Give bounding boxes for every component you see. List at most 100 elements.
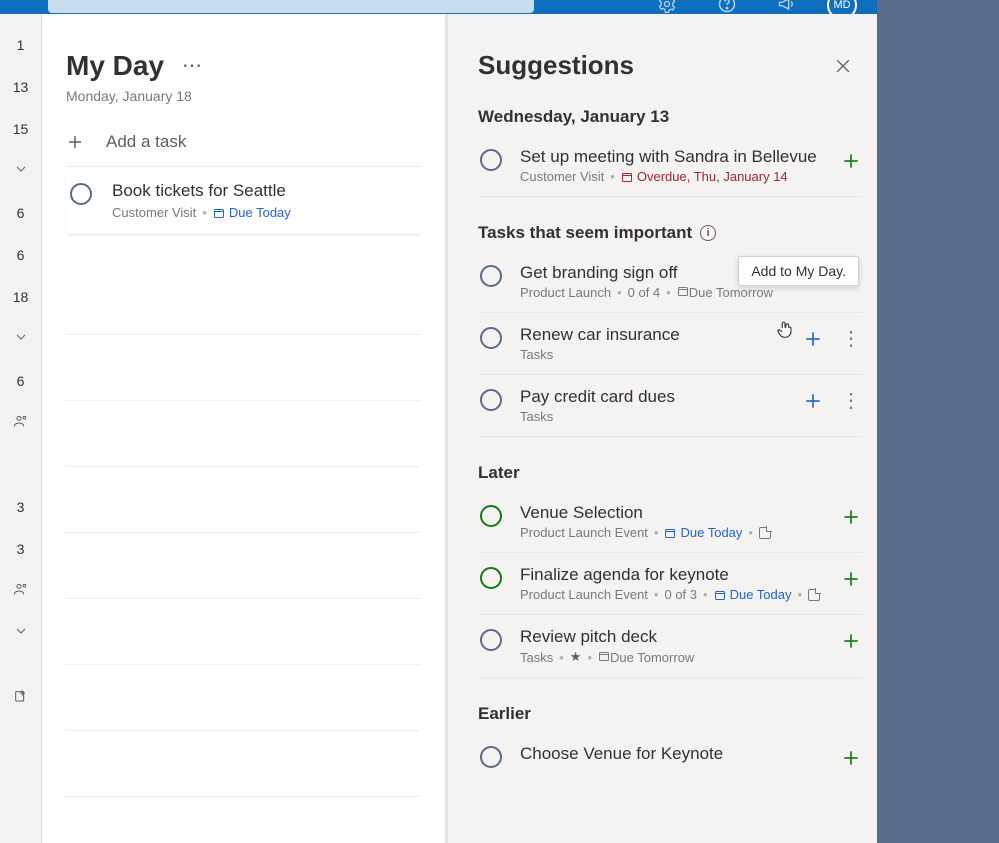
suggestion-meta: Product Launch Event • 0 of 3 • Due Toda… xyxy=(520,587,823,602)
complete-radio[interactable] xyxy=(480,505,502,527)
task-row[interactable]: Book tickets for Seattle Customer Visit … xyxy=(66,166,421,235)
sidebar-cell[interactable]: 15 xyxy=(0,108,41,150)
suggestion-item[interactable]: Review pitch deckTasks • ★ • Due Tomorro… xyxy=(478,615,863,678)
calendar-icon xyxy=(677,285,689,297)
suggestion-item[interactable]: Set up meeting with Sandra in Bellevue Cu… xyxy=(478,135,863,197)
sidebar-icon xyxy=(13,329,29,349)
suggestion-meta: Tasks xyxy=(520,409,785,424)
complete-radio[interactable] xyxy=(480,265,502,287)
info-icon[interactable]: i xyxy=(700,225,716,241)
complete-radio[interactable] xyxy=(70,183,92,205)
sidebar-icon xyxy=(13,581,29,601)
sidebar-cell[interactable] xyxy=(0,612,41,654)
suggestion-title: Review pitch deck xyxy=(520,627,823,647)
suggestion-title: Venue Selection xyxy=(520,503,823,523)
more-options-icon[interactable]: ⋮ xyxy=(841,391,861,411)
sidebar-icon xyxy=(13,623,29,643)
suggestion-title: Finalize agenda for keynote xyxy=(520,565,823,585)
sidebar-cell[interactable]: 6 xyxy=(0,192,41,234)
complete-radio[interactable] xyxy=(480,327,502,349)
sidebar-cell[interactable]: 18 xyxy=(0,276,41,318)
avatar-initials: MD xyxy=(833,0,850,11)
app-window: MD 1 13 15 6 6 18 6 33 My Day ⋯ Monday, January… xyxy=(0,0,877,843)
sidebar-cell[interactable] xyxy=(0,402,41,444)
note-icon xyxy=(808,589,820,601)
sidebar-cell[interactable] xyxy=(0,444,41,486)
suggestion-meta: Tasks xyxy=(520,347,785,362)
sidebar-cell[interactable] xyxy=(0,318,41,360)
sidebar-count: 15 xyxy=(0,121,41,137)
help-icon[interactable] xyxy=(717,0,737,14)
suggestion-meta: Customer Visit • Overdue, Thu, January 1… xyxy=(520,169,823,184)
tooltip: Add to My Day. xyxy=(738,256,859,286)
sidebar-cell[interactable]: 13 xyxy=(0,66,41,108)
suggestion-group-header: Later xyxy=(478,463,863,483)
suggestion-meta: Product Launch • 0 of 4 • Due Tomorrow xyxy=(520,285,785,300)
sidebar-cell[interactable]: 1 xyxy=(0,24,41,66)
suggestion-meta: Product Launch Event • Due Today • xyxy=(520,525,823,540)
suggestion-item[interactable]: Venue Selection Product Launch Event • Du… xyxy=(478,491,863,553)
page-subtitle-date: Monday, January 18 xyxy=(66,88,421,104)
sidebar-cell[interactable]: 6 xyxy=(0,234,41,276)
more-options-icon[interactable]: ⋯ xyxy=(182,56,204,76)
plus-icon xyxy=(66,133,84,151)
add-to-my-day-button[interactable] xyxy=(841,631,861,651)
suggestion-title: Set up meeting with Sandra in Bellevue xyxy=(520,147,823,167)
complete-radio[interactable] xyxy=(480,567,502,589)
sidebar-count: 1 xyxy=(0,37,41,53)
sidebar-cell[interactable]: 3 xyxy=(0,528,41,570)
suggestion-title: Pay credit card dues xyxy=(520,387,785,407)
search-input[interactable] xyxy=(48,0,534,13)
suggestion-item[interactable]: Choose Venue for Keynote xyxy=(478,732,863,780)
calendar-icon xyxy=(621,171,633,183)
suggestion-item[interactable]: Renew car insuranceTasks⋮ xyxy=(478,313,863,375)
sidebar-count: 6 xyxy=(0,247,41,263)
suggestion-item[interactable]: Pay credit card dues Tasks ⋮ xyxy=(478,375,863,437)
sidebar-icon xyxy=(13,413,29,433)
megaphone-icon[interactable] xyxy=(777,0,797,14)
calendar-icon xyxy=(598,650,610,662)
add-to-my-day-button[interactable] xyxy=(803,391,823,411)
sidebar-count: 6 xyxy=(0,205,41,221)
add-to-my-day-button[interactable] xyxy=(841,151,861,171)
suggestion-title: Choose Venue for Keynote xyxy=(520,744,823,764)
calendar-icon xyxy=(714,589,726,601)
due-chip: Due Today xyxy=(213,205,291,220)
due-chip: Due Today xyxy=(714,587,792,602)
suggestion-group-header: Wednesday, January 13 xyxy=(478,107,863,127)
due-chip: Due Today xyxy=(664,525,742,540)
sidebar-cell[interactable] xyxy=(0,150,41,192)
suggestions-pane: Suggestions Wednesday, January 13 Set up … xyxy=(448,14,877,843)
close-icon[interactable] xyxy=(833,56,853,76)
task-list-name: Customer Visit xyxy=(112,205,196,220)
my-day-pane: My Day ⋯ Monday, January 18 Add a task B… xyxy=(42,14,448,843)
more-options-icon[interactable]: ⋮ xyxy=(841,329,861,349)
add-task-label: Add a task xyxy=(106,132,186,152)
star-icon: ★ xyxy=(570,649,582,665)
task-list-background xyxy=(66,269,421,797)
add-to-my-day-button[interactable] xyxy=(841,507,861,527)
sidebar-cell[interactable]: 6 xyxy=(0,360,41,402)
sidebar: 1 13 15 6 6 18 6 33 xyxy=(0,14,42,843)
top-bar: MD xyxy=(0,0,877,14)
suggestion-group-header: Tasks that seem importanti xyxy=(478,223,863,243)
suggestion-group-header: Earlier xyxy=(478,704,863,724)
gear-icon[interactable] xyxy=(657,0,677,14)
add-task-row[interactable]: Add a task xyxy=(66,132,421,152)
suggestion-item[interactable]: Finalize agenda for keynote Product Launc… xyxy=(478,553,863,615)
add-to-my-day-button[interactable] xyxy=(841,569,861,589)
add-to-my-day-button[interactable] xyxy=(803,329,823,349)
sidebar-cell[interactable]: 3 xyxy=(0,486,41,528)
sidebar-icon xyxy=(13,161,29,181)
new-list-icon[interactable] xyxy=(0,676,41,718)
note-icon xyxy=(759,527,771,539)
sidebar-count: 6 xyxy=(0,373,41,389)
complete-radio[interactable] xyxy=(480,746,502,768)
suggestions-title: Suggestions xyxy=(478,50,863,81)
complete-radio[interactable] xyxy=(480,629,502,651)
complete-radio[interactable] xyxy=(480,149,502,171)
sidebar-cell[interactable] xyxy=(0,570,41,612)
add-to-my-day-button[interactable] xyxy=(841,748,861,768)
complete-radio[interactable] xyxy=(480,389,502,411)
due-chip: Due Tomorrow xyxy=(677,285,773,300)
